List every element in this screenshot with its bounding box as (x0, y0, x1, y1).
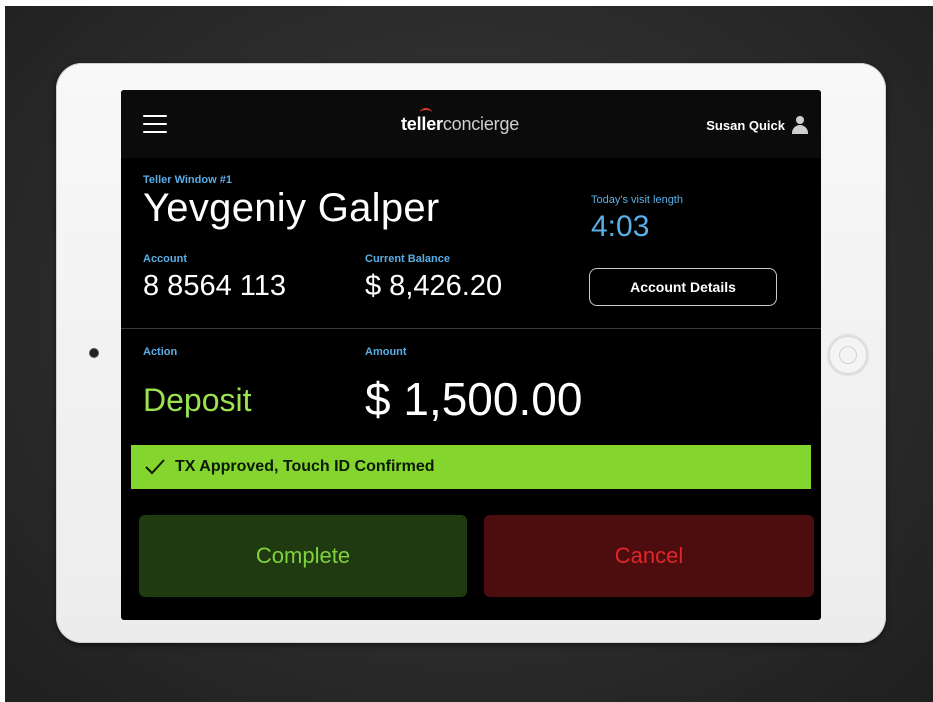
user-icon-body (792, 125, 808, 134)
checkmark-icon (145, 459, 165, 475)
top-bar: tellerconcierge Susan Quick (121, 90, 821, 158)
visit-timer: 4:03 (591, 210, 650, 243)
visit-length-label: Today's visit length (591, 194, 683, 206)
account-label: Account (143, 253, 187, 265)
home-button-ring (839, 346, 857, 364)
hamburger-icon[interactable] (143, 115, 167, 133)
complete-button[interactable]: Complete (139, 515, 467, 597)
current-balance: $ 8,426.20 (365, 270, 503, 302)
customer-name: Yevgeniy Galper (143, 186, 440, 230)
front-camera (90, 349, 98, 357)
amount-label: Amount (365, 346, 407, 358)
hamburger-line (143, 115, 167, 117)
account-details-button[interactable]: Account Details (589, 268, 777, 306)
amount-value: $ 1,500.00 (365, 373, 583, 425)
user-icon-head (796, 116, 804, 124)
app-screen: tellerconcierge Susan Quick Teller Windo… (121, 90, 821, 620)
balance-label: Current Balance (365, 253, 450, 265)
action-label: Action (143, 346, 178, 358)
cancel-button[interactable]: Cancel (484, 515, 814, 597)
backdrop-edge-left (0, 0, 5, 702)
approval-status-text: TX Approved, Touch ID Confirmed (175, 458, 435, 475)
hamburger-line (143, 123, 167, 125)
user-icon (791, 116, 809, 134)
account-number: 8 8564 113 (143, 270, 286, 302)
backdrop-edge (0, 0, 933, 6)
action-value: Deposit (143, 382, 252, 418)
hamburger-line (143, 131, 167, 133)
app-logo: tellerconcierge (401, 114, 519, 135)
user-name: Susan Quick (706, 117, 785, 133)
user-menu[interactable]: Susan Quick (706, 116, 809, 134)
approval-status-bar: TX Approved, Touch ID Confirmed (131, 445, 811, 489)
teller-window-label: Teller Window #1 (143, 174, 232, 186)
home-button[interactable] (828, 335, 868, 375)
logo-bold-text: teller (401, 114, 443, 134)
logo-light-text: concierge (442, 114, 520, 134)
section-divider (121, 328, 821, 329)
